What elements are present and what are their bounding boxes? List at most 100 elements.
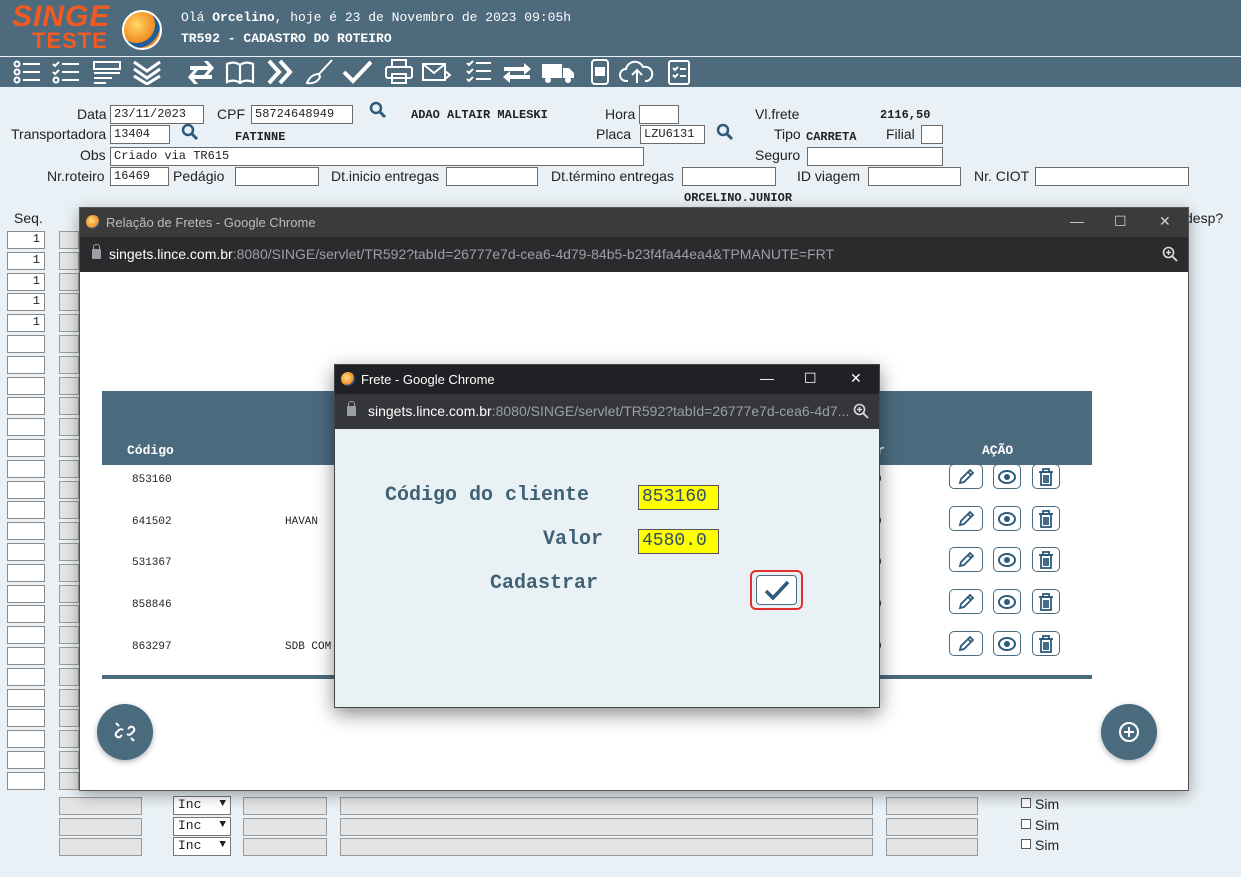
seq-cell[interactable]: [7, 356, 45, 374]
row-cell[interactable]: [886, 838, 978, 856]
seq-cell[interactable]: [7, 397, 45, 415]
cadastrar-button[interactable]: [750, 570, 803, 610]
seq-cell[interactable]: [7, 335, 45, 353]
clipboard-icon[interactable]: [664, 59, 694, 85]
row-cell[interactable]: [59, 481, 79, 499]
seq-cell[interactable]: [7, 418, 45, 436]
idviagem-field[interactable]: [868, 167, 961, 186]
row-cell[interactable]: [59, 626, 79, 644]
unlink-button[interactable]: [97, 704, 153, 760]
minimize-icon[interactable]: —: [1070, 213, 1084, 229]
seq-cell[interactable]: [7, 751, 45, 769]
row-cell[interactable]: [59, 273, 79, 291]
seq-cell[interactable]: [7, 689, 45, 707]
row-cell[interactable]: [59, 647, 79, 665]
row-cell[interactable]: [59, 797, 142, 815]
seq-cell[interactable]: [7, 668, 45, 686]
pedagio-field[interactable]: [235, 167, 319, 186]
row-cell[interactable]: [59, 293, 79, 311]
row-cell[interactable]: [59, 838, 142, 856]
row-cell[interactable]: [59, 522, 79, 540]
seq-cell[interactable]: [7, 460, 45, 478]
add-frete-button[interactable]: [1101, 704, 1157, 760]
device-icon[interactable]: [585, 59, 615, 85]
seq-cell[interactable]: [7, 709, 45, 727]
despachar-checkbox[interactable]: Sim: [1021, 837, 1059, 853]
maximize-icon[interactable]: ☐: [1114, 213, 1127, 230]
seq-cell[interactable]: 1: [7, 314, 45, 332]
row-cell[interactable]: [59, 377, 79, 395]
valor-field[interactable]: 4580.0: [638, 529, 719, 554]
frete-url-bar[interactable]: singets.lince.com.br:8080/SINGE/servlet/…: [335, 394, 879, 429]
seq-cell[interactable]: 1: [7, 293, 45, 311]
search-placa-icon[interactable]: [716, 123, 734, 141]
row-cell[interactable]: [59, 709, 79, 727]
search-transportadora-icon[interactable]: [181, 123, 199, 141]
seguro-field[interactable]: [807, 147, 943, 166]
tipo-select[interactable]: Inc ▼: [173, 837, 231, 856]
row-cell[interactable]: [59, 418, 79, 436]
filial-field[interactable]: [921, 125, 943, 144]
seq-cell[interactable]: 1: [7, 252, 45, 270]
row-cell[interactable]: [59, 772, 79, 790]
checkbox-icon[interactable]: [1021, 839, 1031, 849]
row-cell[interactable]: [243, 797, 327, 815]
checklist-icon[interactable]: [51, 59, 81, 85]
row-cell[interactable]: [243, 838, 327, 856]
checkbox-icon[interactable]: [1021, 819, 1031, 829]
hora-field[interactable]: [639, 105, 679, 124]
seq-cell[interactable]: [7, 647, 45, 665]
seq-cell[interactable]: 1: [7, 231, 45, 249]
edit-button[interactable]: [949, 547, 983, 572]
delete-button[interactable]: [1032, 464, 1060, 489]
seq-cell[interactable]: [7, 439, 45, 457]
tipo-select[interactable]: Inc ▼: [173, 796, 231, 815]
seq-cell[interactable]: [7, 481, 45, 499]
delete-button[interactable]: [1032, 631, 1060, 656]
dtinicio-field[interactable]: [446, 167, 538, 186]
view-button[interactable]: [993, 631, 1021, 656]
row-cell[interactable]: [59, 397, 79, 415]
edit-button[interactable]: [949, 589, 983, 614]
row-cell[interactable]: [59, 460, 79, 478]
edit-button[interactable]: [949, 631, 983, 656]
row-cell[interactable]: [340, 838, 873, 856]
row-cell[interactable]: [59, 356, 79, 374]
despachar-checkbox[interactable]: Sim: [1021, 796, 1059, 812]
nrciot-field[interactable]: [1035, 167, 1189, 186]
row-cell[interactable]: [59, 564, 79, 582]
delete-button[interactable]: [1032, 506, 1060, 531]
cpf-field[interactable]: 58724648949: [251, 105, 353, 124]
search-cpf-icon[interactable]: [369, 101, 387, 119]
frete-url[interactable]: singets.lince.com.br:8080/SINGE/servlet/…: [368, 403, 849, 419]
row-cell[interactable]: [59, 605, 79, 623]
view-button[interactable]: [993, 589, 1021, 614]
seq-cell[interactable]: [7, 377, 45, 395]
row-cell[interactable]: [59, 585, 79, 603]
close-icon[interactable]: ✕: [850, 370, 862, 387]
broom-icon[interactable]: [305, 59, 335, 85]
row-cell[interactable]: [59, 439, 79, 457]
row-cell[interactable]: [886, 797, 978, 815]
row-cell[interactable]: [59, 543, 79, 561]
maximize-icon[interactable]: ☐: [804, 370, 817, 387]
fretes-window-titlebar[interactable]: Relação de Fretes - Google Chrome — ☐ ✕: [80, 208, 1188, 237]
checkbox-icon[interactable]: [1021, 798, 1031, 808]
edit-button[interactable]: [949, 506, 983, 531]
view-button[interactable]: [993, 464, 1021, 489]
check-icon[interactable]: [342, 59, 373, 85]
row-cell[interactable]: [59, 252, 79, 270]
seq-cell[interactable]: [7, 564, 45, 582]
cloud-upload-icon[interactable]: [619, 59, 655, 85]
fretes-url[interactable]: singets.lince.com.br:8080/SINGE/servlet/…: [109, 246, 834, 262]
row-cell[interactable]: [59, 335, 79, 353]
task-list-icon[interactable]: [465, 59, 495, 85]
seq-cell[interactable]: [7, 730, 45, 748]
tipo-select[interactable]: Inc ▼: [173, 817, 231, 836]
frete-window-titlebar[interactable]: Frete - Google Chrome — ☐ ✕: [335, 365, 879, 394]
row-cell[interactable]: [59, 730, 79, 748]
minimize-icon[interactable]: —: [760, 370, 774, 386]
data-field[interactable]: 23/11/2023: [110, 105, 204, 124]
view-button[interactable]: [993, 547, 1021, 572]
seq-cell[interactable]: [7, 522, 45, 540]
